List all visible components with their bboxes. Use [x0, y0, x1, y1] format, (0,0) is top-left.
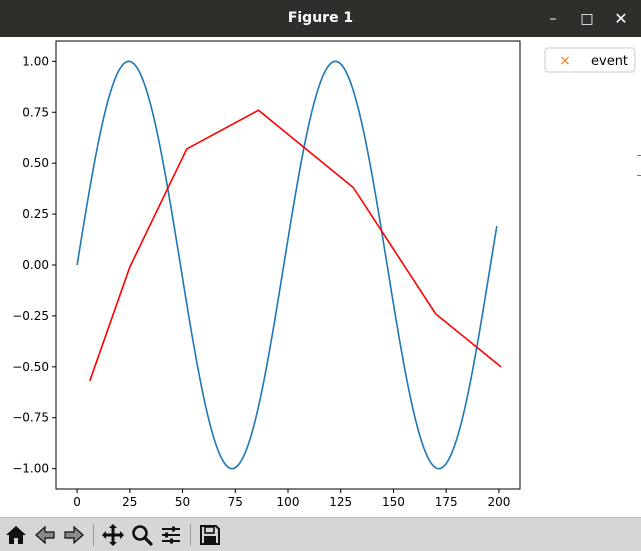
x-tick-label: 200 [487, 495, 510, 509]
x-tick-label: 0 [73, 495, 81, 509]
x-tick-label: 100 [277, 495, 300, 509]
y-tick-label: 0.75 [22, 105, 49, 119]
x-tick-label: 125 [329, 495, 352, 509]
edge-tick [637, 155, 641, 156]
pan-icon [102, 524, 124, 546]
window-titlebar: Figure 1 – □ ✕ [0, 0, 641, 37]
home-button[interactable] [3, 522, 29, 548]
y-tick-label: 0.50 [22, 156, 49, 170]
y-tick-label: −0.25 [12, 309, 49, 323]
configure-subplots-icon [162, 526, 180, 544]
save-button[interactable] [197, 522, 223, 548]
close-button[interactable]: ✕ [612, 10, 630, 28]
forward-icon [64, 525, 84, 545]
axes-frame [55, 40, 521, 490]
plot-svg: 0 25 50 75 100 125 150 175 200 1.00 0.75 0.50 0.25 0.… [12, 40, 636, 509]
zoom-button[interactable] [129, 522, 155, 548]
y-tick-label: −1.00 [12, 462, 49, 476]
legend-marker: × [559, 53, 571, 69]
sine-series-line [76, 60, 498, 470]
x-tick-label: 75 [228, 495, 243, 509]
y-tick-label: −0.75 [12, 411, 49, 425]
forward-button[interactable] [61, 522, 87, 548]
pan-button[interactable] [100, 522, 126, 548]
x-tick-label: 50 [175, 495, 190, 509]
y-tick-label: 1.00 [22, 54, 49, 68]
navigation-toolbar [0, 517, 641, 551]
x-tick-label: 150 [382, 495, 405, 509]
figure-canvas[interactable]: 0 25 50 75 100 125 150 175 200 1.00 0.75 0.50 0.25 0.… [0, 37, 641, 517]
edge-tick [637, 175, 641, 176]
legend: × event [544, 47, 636, 73]
toolbar-separator [93, 524, 94, 546]
back-button[interactable] [32, 522, 58, 548]
maximize-button[interactable]: □ [578, 10, 596, 28]
y-tick-label: 0.00 [22, 258, 49, 272]
save-icon [200, 525, 220, 545]
home-icon [6, 526, 26, 544]
y-tick-label: −0.50 [12, 360, 49, 374]
minimize-button[interactable]: – [544, 10, 562, 28]
configure-subplots-button[interactable] [158, 522, 184, 548]
back-icon [35, 525, 55, 545]
y-tick-label: 0.25 [22, 207, 49, 221]
legend-label: event [591, 54, 628, 69]
red-series-line [88, 109, 502, 382]
toolbar-separator [190, 524, 191, 546]
x-tick-label: 175 [435, 495, 458, 509]
zoom-icon [132, 525, 153, 546]
x-tick-label: 25 [122, 495, 137, 509]
